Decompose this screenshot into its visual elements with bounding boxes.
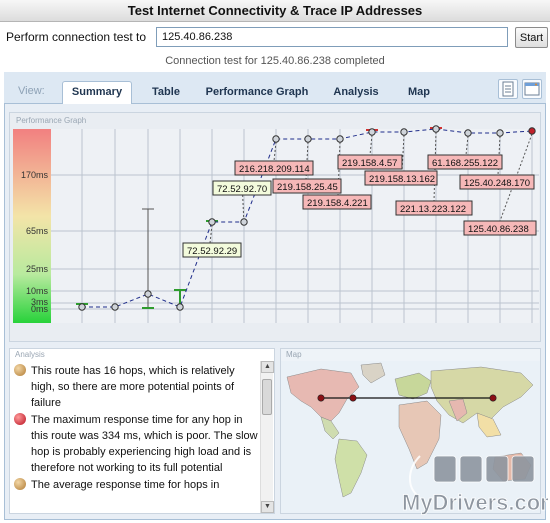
tab-table[interactable]: Table xyxy=(144,82,188,104)
analysis-item-text: The maximum response time for any hop in… xyxy=(31,414,258,474)
hop-point[interactable] xyxy=(272,135,280,143)
hop-label: 219.158.4.221 xyxy=(307,198,368,209)
window-image-icon xyxy=(524,82,540,96)
map-panel-title: Map xyxy=(286,350,302,359)
watermark-glyph xyxy=(485,455,509,483)
hop-label: 61.168.255.122 xyxy=(432,158,498,169)
tab-analysis[interactable]: Analysis xyxy=(326,82,386,104)
hop-label: 72.52.92.29 xyxy=(187,246,237,257)
window-title: Test Internet Connectivity & Trace IP Ad… xyxy=(0,0,550,22)
watermark-glyph xyxy=(511,455,535,483)
route-node[interactable] xyxy=(317,394,325,402)
y-tick-label: 65ms xyxy=(26,226,49,236)
hop-point[interactable] xyxy=(368,128,376,136)
hop-label: 219.158.13.162 xyxy=(369,174,435,185)
analysis-item-text: The average response time for hops in xyxy=(31,479,220,491)
hop-label: 221.13.223.122 xyxy=(400,204,466,215)
hop-point[interactable] xyxy=(176,303,184,311)
analysis-item: The maximum response time for any hop in… xyxy=(14,412,258,476)
target-address-input[interactable] xyxy=(156,27,508,47)
mydrivers-watermark: MyDrivers.com xyxy=(402,455,548,515)
hop-label: 219.158.4.57 xyxy=(342,158,397,169)
hop-label: 125.40.86.238 xyxy=(468,224,529,235)
scroll-down-arrow-icon[interactable]: ▼ xyxy=(261,501,274,513)
copy-report-button[interactable] xyxy=(498,79,518,99)
hop-point[interactable] xyxy=(144,290,152,298)
hop-label: 125.40.248.170 xyxy=(464,178,530,189)
document-icon xyxy=(502,81,514,97)
hop-label: 219.158.25.45 xyxy=(277,182,338,193)
analysis-item: This route has 16 hops, which is relativ… xyxy=(14,363,258,411)
warning-status-icon xyxy=(14,364,26,376)
analysis-item: The average response time for hops in xyxy=(14,477,258,493)
performance-graph-panel: Performance Graph 170ms 65ms 25ms 10ms 3… xyxy=(9,112,541,342)
y-tick-label: 0ms xyxy=(31,304,49,314)
route-node[interactable] xyxy=(489,394,497,402)
status-message: Connection test for 125.40.86.238 comple… xyxy=(165,55,385,67)
warning-status-icon xyxy=(14,478,26,490)
hop-point[interactable] xyxy=(400,128,408,136)
connection-test-row: Perform connection test to Start xyxy=(6,27,548,49)
hop-point[interactable] xyxy=(496,129,504,137)
y-tick-label: 10ms xyxy=(26,286,49,296)
tab-summary[interactable]: Summary xyxy=(62,81,132,105)
performance-graph: Performance Graph 170ms 65ms 25ms 10ms 3… xyxy=(13,116,539,323)
y-tick-label: 170ms xyxy=(21,170,49,180)
analysis-scrollbar[interactable]: ▲ ▼ xyxy=(260,361,274,513)
hop-point[interactable] xyxy=(240,218,248,226)
analysis-panel: Analysis This route has 16 hops, which i… xyxy=(9,348,275,514)
hop-point[interactable] xyxy=(336,135,344,143)
graph-panel-title: Performance Graph xyxy=(16,116,86,125)
hop-point-destination[interactable] xyxy=(528,127,536,135)
export-image-button[interactable] xyxy=(522,79,542,99)
hop-label: 72.52.92.70 xyxy=(217,184,267,195)
hop-point[interactable] xyxy=(208,218,216,226)
start-button[interactable]: Start xyxy=(515,27,548,48)
analysis-panel-title: Analysis xyxy=(15,350,45,359)
scroll-thumb[interactable] xyxy=(262,379,272,415)
hop-point[interactable] xyxy=(78,303,86,311)
hop-label: 216.218.209.114 xyxy=(239,164,310,175)
route-node[interactable] xyxy=(349,394,357,402)
hop-point[interactable] xyxy=(111,303,119,311)
watermark-glyph xyxy=(459,455,483,483)
hop-point[interactable] xyxy=(432,125,440,133)
analysis-item-text: This route has 16 hops, which is relativ… xyxy=(31,365,235,409)
watermark-glyph xyxy=(433,455,457,483)
view-label: View: xyxy=(18,85,45,97)
tab-map[interactable]: Map xyxy=(400,82,438,104)
scroll-up-arrow-icon[interactable]: ▲ xyxy=(261,361,274,373)
analysis-list: This route has 16 hops, which is relativ… xyxy=(14,363,258,511)
tab-performance-graph[interactable]: Performance Graph xyxy=(202,82,312,104)
error-status-icon xyxy=(14,413,26,425)
view-tab-bar: View: Summary Table Performance Graph An… xyxy=(4,72,546,105)
hop-point[interactable] xyxy=(304,135,312,143)
watermark-text: MyDrivers.com xyxy=(402,490,548,515)
test-target-label: Perform connection test to xyxy=(6,30,147,44)
y-tick-label: 25ms xyxy=(26,264,49,274)
hop-point[interactable] xyxy=(464,129,472,137)
